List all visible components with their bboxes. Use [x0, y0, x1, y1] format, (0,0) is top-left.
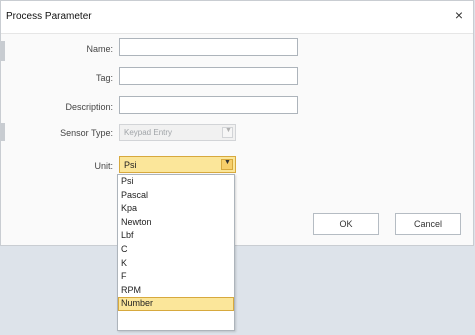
dialog-title: Process Parameter: [6, 11, 92, 22]
unit-value: Psi: [124, 160, 137, 170]
description-field[interactable]: [119, 96, 298, 114]
unit-dropdown-button[interactable]: ▼: [221, 159, 233, 170]
sensor-type-value: Keypad Entry: [124, 128, 173, 137]
unit-option[interactable]: Psi: [118, 175, 234, 189]
chevron-down-icon: ▼: [224, 159, 231, 166]
tag-field[interactable]: [119, 67, 298, 85]
close-icon[interactable]: ×: [455, 8, 463, 22]
description-label: Description:: [65, 102, 113, 112]
process-parameter-dialog: Process Parameter × Name: Tag: Descripti…: [0, 0, 474, 246]
unit-label: Unit:: [94, 161, 113, 171]
unit-option[interactable]: K: [118, 257, 234, 271]
unit-option[interactable]: F: [118, 270, 234, 284]
sensor-type-select: Keypad Entry ▼: [119, 124, 236, 141]
title-bar: Process Parameter ×: [1, 1, 473, 34]
window-edge: [1, 123, 5, 141]
unit-option[interactable]: C: [118, 243, 234, 257]
name-label: Name:: [86, 44, 113, 54]
tag-label: Tag:: [95, 73, 113, 83]
cancel-button[interactable]: Cancel: [395, 213, 461, 235]
unit-dropdown-list: Psi Pascal Kpa Newton Lbf C K F RPM Numb…: [117, 174, 235, 331]
name-field[interactable]: [119, 38, 298, 56]
window-edge: [1, 41, 5, 61]
unit-select[interactable]: Psi ▼: [119, 156, 236, 173]
ok-button[interactable]: OK: [313, 213, 379, 235]
chevron-down-icon: ▼: [225, 127, 232, 134]
unit-option[interactable]: RPM: [118, 284, 234, 298]
unit-option[interactable]: Newton: [118, 216, 234, 230]
unit-option[interactable]: Pascal: [118, 189, 234, 203]
unit-option[interactable]: Kpa: [118, 202, 234, 216]
unit-option[interactable]: Number: [118, 297, 234, 311]
unit-option[interactable]: Lbf: [118, 229, 234, 243]
sensor-type-label: Sensor Type:: [60, 128, 113, 138]
sensor-type-dropdown-button: ▼: [222, 127, 233, 138]
